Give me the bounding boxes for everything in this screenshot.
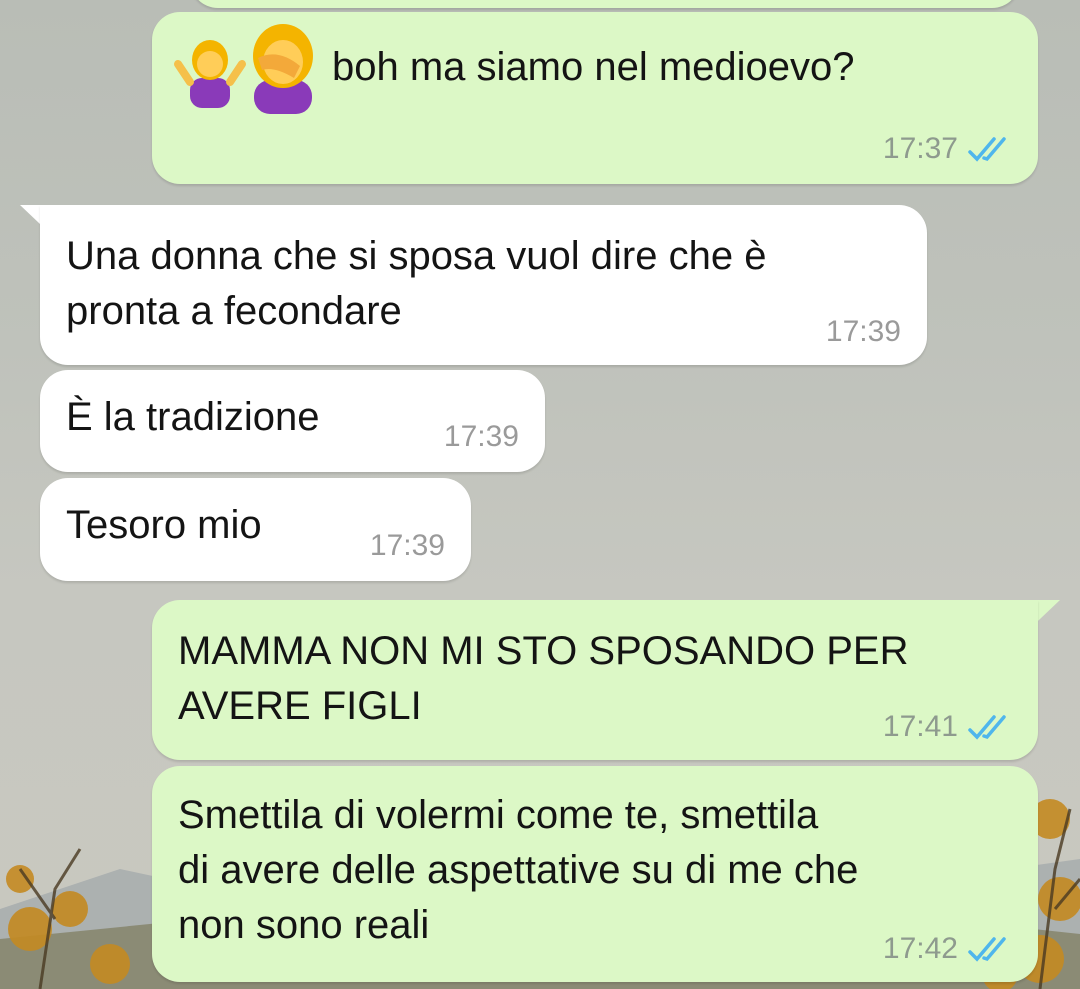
double-check-read-icon xyxy=(968,715,1006,740)
message-text: È la tradizione xyxy=(66,395,320,439)
message-meta: 17:42 xyxy=(883,932,1014,966)
message-time: 17:39 xyxy=(369,529,445,562)
message-text: boh ma siamo nel medioevo? xyxy=(332,45,855,89)
message-time: 17:41 xyxy=(882,710,958,743)
message-bubble-incoming[interactable]: È la tradizione 17:39 xyxy=(40,370,545,472)
message-bubble-outgoing[interactable]: Smettila di volermi come te, smettila di… xyxy=(152,766,1038,982)
message-meta: 17:37 xyxy=(883,132,1014,166)
message-time: 17:39 xyxy=(825,315,901,348)
double-check-read-icon xyxy=(968,137,1006,162)
message-bubble-incoming[interactable]: Tesoro mio 17:39 xyxy=(40,478,471,581)
message-meta: 17:39 xyxy=(370,529,445,563)
message-bubble-outgoing[interactable]: MAMMA NON MI STO SPOSANDO PER AVERE FIGL… xyxy=(152,600,1038,760)
message-meta: 17:41 xyxy=(883,710,1014,744)
message-bubble-incoming[interactable]: Una donna che si sposa vuol dire che è p… xyxy=(40,205,927,365)
message-time: 17:39 xyxy=(443,420,519,453)
message-meta: 17:39 xyxy=(444,420,519,454)
message-time: 17:37 xyxy=(882,132,958,165)
previous-message-bubble[interactable] xyxy=(190,0,1020,8)
message-text: Smettila di volermi come te, smettila di… xyxy=(178,793,859,947)
double-check-read-icon xyxy=(968,937,1006,962)
woman-facepalming-emoji-icon xyxy=(253,24,313,114)
message-text: Una donna che si sposa vuol dire che è p… xyxy=(66,234,767,333)
message-text: MAMMA NON MI STO SPOSANDO PER AVERE FIGL… xyxy=(178,629,909,728)
message-meta: 17:39 xyxy=(826,315,901,349)
message-bubble-outgoing[interactable]: boh ma siamo nel medioevo? 17:37 xyxy=(152,12,1038,184)
woman-shrugging-emoji-icon xyxy=(174,40,246,108)
message-time: 17:42 xyxy=(882,932,958,965)
message-text: Tesoro mio xyxy=(66,503,262,547)
